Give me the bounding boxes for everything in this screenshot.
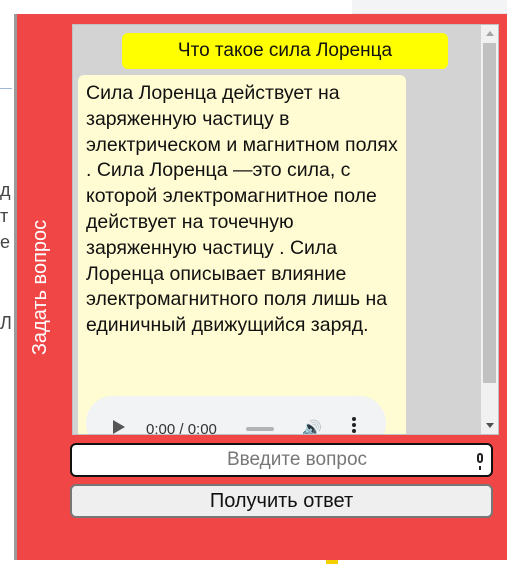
- microphone-icon[interactable]: [477, 453, 483, 470]
- chat-scrollbar[interactable]: [481, 25, 498, 434]
- chat-history[interactable]: Что такое сила Лоренца Сила Лоренца дейс…: [72, 24, 499, 435]
- play-icon[interactable]: [113, 420, 125, 434]
- background-text: Лс: [0, 313, 12, 333]
- ask-question-widget: Задать вопрос Что такое сила Лоренца Сил…: [14, 14, 507, 560]
- audio-player[interactable]: 0:00 / 0:00 🔊: [86, 396, 386, 435]
- background-panel: [352, 0, 507, 14]
- ask-question-tab-label: Задать вопрос: [29, 219, 52, 355]
- get-answer-button[interactable]: Получить ответ: [70, 484, 493, 518]
- scroll-up-icon[interactable]: [486, 31, 494, 36]
- user-question-bubble: Что такое сила Лоренца: [122, 33, 448, 69]
- audio-progress-bar[interactable]: [246, 427, 274, 431]
- background-accent: [326, 560, 338, 564]
- audio-time: 0:00 / 0:00: [146, 421, 217, 435]
- question-input[interactable]: [72, 445, 492, 475]
- background-divider: [0, 88, 12, 89]
- background-page: [0, 0, 12, 564]
- answer-bubble: Сила Лоренца действует на заряженную час…: [78, 75, 406, 435]
- scrollbar-thumb[interactable]: [483, 43, 496, 383]
- more-options-icon[interactable]: [352, 417, 356, 434]
- background-text: е: [0, 232, 11, 252]
- question-input-wrapper: [70, 443, 493, 477]
- background-text: д: [0, 180, 11, 200]
- scroll-down-icon[interactable]: [486, 423, 494, 428]
- answer-text: Сила Лоренца действует на заряженную час…: [86, 82, 398, 337]
- ask-question-tab[interactable]: Задать вопрос: [21, 14, 61, 560]
- background-text: т: [0, 206, 9, 226]
- volume-icon[interactable]: 🔊: [302, 417, 322, 434]
